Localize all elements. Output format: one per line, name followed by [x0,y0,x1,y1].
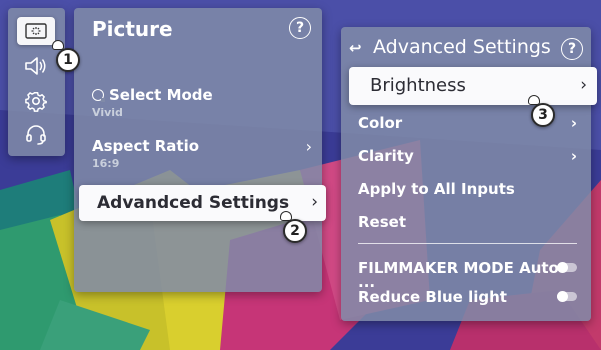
menu-item-select-mode[interactable]: Select Mode Vivid [92,86,312,119]
headset-icon [26,125,46,145]
speaker-icon [25,57,46,75]
settings-category-rail [8,8,65,156]
chevron-right-icon: › [570,114,577,132]
reduce-blue-light-label: Reduce Blue light [358,288,507,306]
help-icon[interactable]: ? [561,38,583,60]
divider [358,243,577,244]
picture-settings-icon [25,23,47,39]
chevron-right-icon: › [580,75,587,95]
menu-item-reset[interactable]: Reset [358,213,577,231]
reduce-blue-light-toggle[interactable] [557,291,577,302]
menu-item-reduce-blue-light[interactable]: Reduce Blue light [358,288,577,306]
help-icon[interactable]: ? [289,17,311,39]
gear-icon [25,92,47,112]
step-badge-1: 1 [56,48,80,72]
step-badge-3: 3 [531,103,555,127]
chevron-right-icon: › [311,192,318,212]
menu-item-brightness[interactable]: Brightness › [349,67,597,105]
menu-item-aspect-ratio[interactable]: Aspect Ratio 16:9 › [92,137,312,170]
select-mode-label: Select Mode [109,86,213,104]
back-arrow-icon[interactable]: ↩ [349,39,362,57]
rail-general-button[interactable] [17,87,55,115]
aspect-ratio-label: Aspect Ratio [92,137,200,155]
reset-label: Reset [358,213,406,231]
select-mode-value: Vivid [92,106,123,119]
picture-settings-panel: Picture ? Select Mode Vivid Aspect Ratio… [74,8,322,292]
rail-sound-button[interactable] [17,52,55,80]
advanced-panel-title: Advanced Settings [373,36,551,58]
aspect-ratio-value: 16:9 [92,157,120,170]
menu-item-apply-to-all-inputs[interactable]: Apply to All Inputs [358,180,577,198]
chevron-right-icon: › [570,147,577,165]
color-label: Color [358,114,403,132]
menu-item-clarity[interactable]: Clarity › [358,147,577,165]
filmmaker-mode-toggle[interactable] [557,262,577,273]
advanced-settings-label: Advandced Settings [97,193,290,213]
rail-support-button[interactable] [17,121,55,149]
brightness-label: Brightness [370,75,466,96]
chevron-right-icon: › [305,137,312,156]
clarity-label: Clarity [358,147,414,165]
rail-picture-button[interactable] [17,17,55,45]
search-mode-icon [92,89,105,102]
picture-panel-title: Picture [92,17,173,41]
apply-to-all-inputs-label: Apply to All Inputs [358,180,515,198]
step-badge-2: 2 [283,219,307,243]
